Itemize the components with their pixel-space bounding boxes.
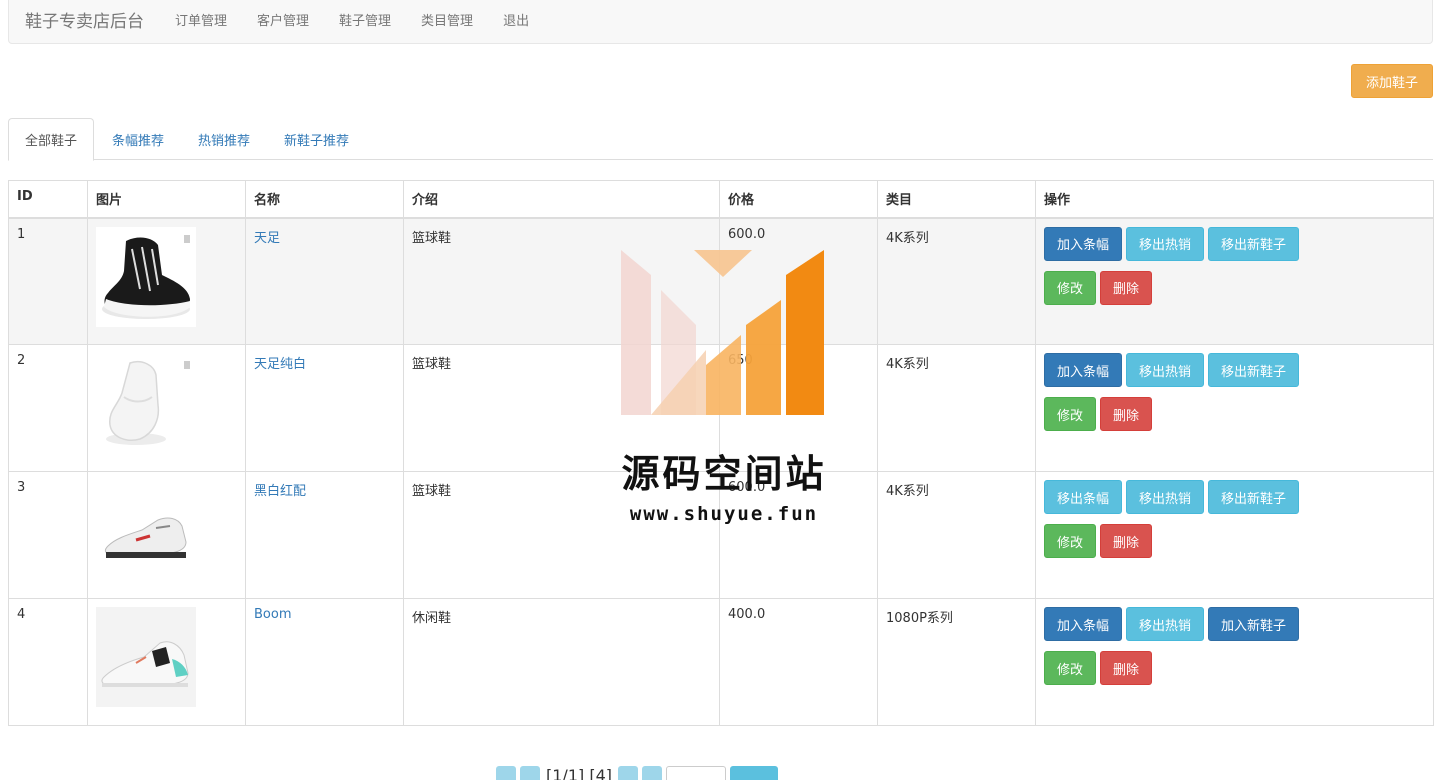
delete-button[interactable]: 删除: [1100, 397, 1153, 431]
delete-button[interactable]: 删除: [1100, 270, 1153, 305]
cell-image: [87, 217, 246, 345]
col-header-price: 价格: [719, 180, 878, 219]
shoe-image: [96, 480, 196, 580]
pagination: [1/1] [4]: [496, 766, 778, 780]
col-header-name: 名称: [245, 180, 404, 219]
cell-name: 黑白红配: [245, 471, 404, 599]
edit-button[interactable]: 修改: [1044, 524, 1097, 558]
nav-shoes[interactable]: 鞋子管理: [339, 10, 391, 29]
cell-name: 天足: [245, 217, 404, 345]
cell-image: [87, 471, 246, 599]
cell-image: [87, 598, 246, 726]
shoe-image: [96, 226, 196, 327]
delete-button[interactable]: 删除: [1100, 524, 1153, 558]
shoe-name-link[interactable]: Boom: [254, 607, 292, 622]
nav-customers[interactable]: 客户管理: [257, 10, 309, 29]
col-header-intro: 介绍: [403, 180, 720, 219]
table-row: 1 天足 篮球鞋 600.0 4K系列 加入条幅 移出热销 移出新鞋子 修改 删…: [8, 217, 1434, 345]
cell-price: 650: [719, 344, 878, 472]
col-header-actions: 操作: [1035, 180, 1434, 219]
shoe-image: [96, 353, 196, 453]
cell-category: 4K系列: [877, 217, 1036, 345]
nav-logout[interactable]: 退出: [503, 10, 529, 29]
col-header-id: ID: [8, 180, 88, 219]
cell-category: 1080P系列: [877, 598, 1036, 726]
cell-id: 1: [8, 217, 88, 345]
nav-orders[interactable]: 订单管理: [175, 10, 227, 29]
cell-name: 天足纯白: [245, 344, 404, 472]
cell-intro: 篮球鞋: [403, 344, 720, 472]
cell-price: 600.0: [719, 471, 878, 599]
page-info: [1/1] [4]: [546, 766, 612, 780]
cell-intro: 篮球鞋: [403, 471, 720, 599]
table-header-row: ID 图片 名称 介绍 价格 类目 操作: [8, 180, 1434, 219]
hot-toggle-button[interactable]: 移出热销: [1126, 226, 1205, 261]
shoe-name-link[interactable]: 黑白红配: [254, 484, 306, 499]
new-toggle-button[interactable]: 移出新鞋子: [1208, 353, 1300, 387]
cell-actions: 移出条幅 移出热销 移出新鞋子 修改 删除: [1035, 471, 1434, 599]
new-toggle-button[interactable]: 移出新鞋子: [1208, 480, 1300, 514]
banner-toggle-button[interactable]: 加入条幅: [1044, 226, 1123, 261]
delete-button[interactable]: 删除: [1100, 651, 1153, 685]
cell-category: 4K系列: [877, 344, 1036, 472]
shoe-table: ID 图片 名称 介绍 价格 类目 操作 1 天足 篮球鞋 600.0 4K系列…: [8, 180, 1434, 726]
brand-title[interactable]: 鞋子专卖店后台: [25, 7, 144, 32]
shoe-image: [96, 607, 196, 707]
cell-price: 400.0: [719, 598, 878, 726]
cell-price: 600.0: [719, 217, 878, 345]
cell-actions: 加入条幅 移出热销 移出新鞋子 修改 删除: [1035, 217, 1434, 345]
table-row: 3 黑白红配 篮球鞋 600.0 4K系列 移出条幅 移出热销 移出新鞋子 修改…: [8, 471, 1434, 599]
top-navbar: 鞋子专卖店后台 订单管理 客户管理 鞋子管理 类目管理 退出: [8, 0, 1433, 44]
cell-id: 3: [8, 471, 88, 599]
cell-id: 4: [8, 598, 88, 726]
col-header-category: 类目: [877, 180, 1036, 219]
tab-all-shoes[interactable]: 全部鞋子: [8, 118, 95, 161]
cell-name: Boom: [245, 598, 404, 726]
banner-toggle-button[interactable]: 加入条幅: [1044, 607, 1123, 641]
banner-toggle-button[interactable]: 加入条幅: [1044, 353, 1123, 387]
page-number-input[interactable]: [665, 766, 726, 780]
tab-hot[interactable]: 热销推荐: [182, 118, 266, 160]
next-page-button[interactable]: [617, 766, 638, 780]
last-page-button[interactable]: [641, 766, 662, 780]
edit-button[interactable]: 修改: [1044, 651, 1097, 685]
cell-image: [87, 344, 246, 472]
new-toggle-button[interactable]: 移出新鞋子: [1208, 226, 1300, 261]
col-header-image: 图片: [87, 180, 246, 219]
table-row: 2 天足纯白 篮球鞋 650 4K系列 加入条幅 移出热销 移出新鞋子 修改 删…: [8, 344, 1434, 472]
prev-page-button[interactable]: [520, 766, 540, 780]
cell-intro: 篮球鞋: [403, 217, 720, 345]
nav-categories[interactable]: 类目管理: [421, 10, 473, 29]
tab-banner[interactable]: 条幅推荐: [96, 118, 180, 160]
hot-toggle-button[interactable]: 移出热销: [1126, 607, 1205, 641]
cell-actions: 加入条幅 移出热销 移出新鞋子 修改 删除: [1035, 344, 1434, 472]
cell-id: 2: [8, 344, 88, 472]
first-page-button[interactable]: [496, 766, 516, 780]
new-toggle-button[interactable]: 加入新鞋子: [1208, 607, 1300, 641]
add-shoe-button[interactable]: 添加鞋子: [1351, 64, 1433, 98]
hot-toggle-button[interactable]: 移出热销: [1126, 353, 1205, 387]
banner-toggle-button[interactable]: 移出条幅: [1044, 480, 1123, 514]
shoe-name-link[interactable]: 天足纯白: [254, 357, 306, 372]
cell-intro: 休闲鞋: [403, 598, 720, 726]
edit-button[interactable]: 修改: [1044, 397, 1097, 431]
filter-tabs: 全部鞋子 条幅推荐 热销推荐 新鞋子推荐: [8, 118, 1433, 161]
hot-toggle-button[interactable]: 移出热销: [1126, 480, 1205, 514]
go-page-button[interactable]: [729, 766, 778, 780]
edit-button[interactable]: 修改: [1044, 270, 1097, 305]
table-row: 4 Boom 休闲鞋 400.0 1080P系列 加入条幅 移出热销 加入新鞋子…: [8, 598, 1434, 726]
shoe-name-link[interactable]: 天足: [254, 231, 280, 246]
tab-new[interactable]: 新鞋子推荐: [268, 118, 365, 160]
cell-actions: 加入条幅 移出热销 加入新鞋子 修改 删除: [1035, 598, 1434, 726]
cell-category: 4K系列: [877, 471, 1036, 599]
